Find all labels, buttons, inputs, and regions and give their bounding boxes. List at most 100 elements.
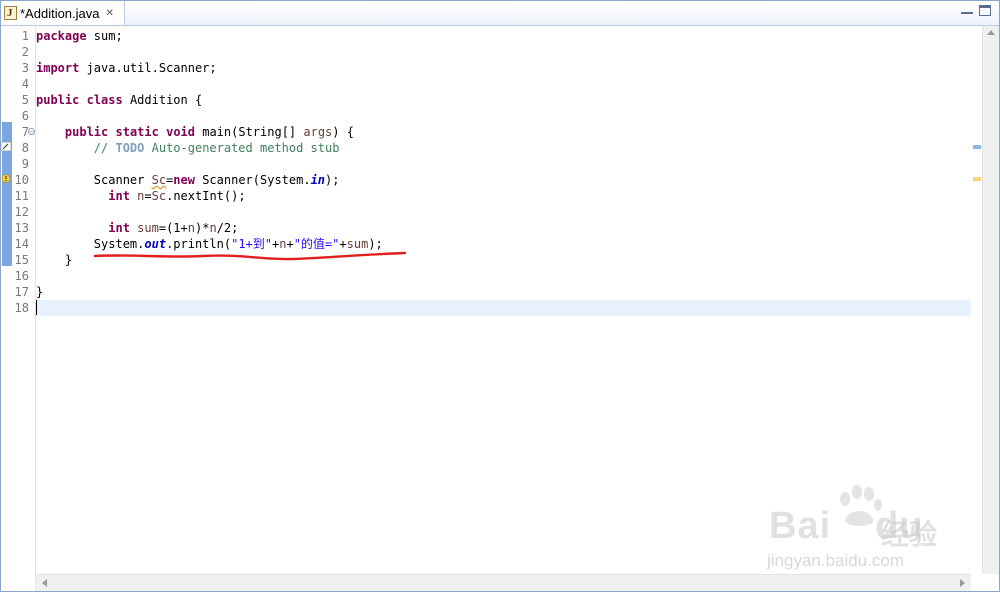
code-token: Addition { xyxy=(122,93,203,107)
code-token: new xyxy=(173,173,195,187)
code-token: Auto-generated method stub xyxy=(144,141,340,155)
line-number-gutter: 1 2 3 4 5 6 7−8 9 10 11 12 13 14 15 16 17 18 xyxy=(13,26,36,591)
code-token: public xyxy=(36,93,80,107)
warning-icon[interactable] xyxy=(1,174,11,183)
code-token: ) { xyxy=(332,125,354,139)
code-token: n xyxy=(187,221,195,235)
line-number: 10 xyxy=(14,173,29,187)
code-token: ); xyxy=(325,173,340,187)
line-number: 7 xyxy=(21,125,29,139)
code-token: int xyxy=(108,221,130,235)
code-token: .println( xyxy=(166,237,232,251)
line-number: 17 xyxy=(14,285,29,299)
code-token: package xyxy=(36,29,87,43)
code-token: = xyxy=(144,189,152,203)
code-token: main(String[] xyxy=(195,125,304,139)
code-token: )* xyxy=(195,221,210,235)
scroll-right-icon[interactable] xyxy=(960,579,965,587)
code-token: int xyxy=(108,189,130,203)
code-line[interactable] xyxy=(36,44,971,60)
line-number: 13 xyxy=(14,221,29,235)
line-number: 15 xyxy=(14,253,29,267)
code-line[interactable]: // TODO Auto-generated method stub xyxy=(36,140,971,156)
change-ruler xyxy=(1,26,13,591)
code-line[interactable]: } xyxy=(36,284,971,300)
code-token: /2; xyxy=(216,221,239,235)
line-number: 9 xyxy=(21,157,29,171)
code-token: sum; xyxy=(86,29,123,43)
code-token: sum xyxy=(137,221,159,235)
line-number: 11 xyxy=(14,189,29,203)
code-token: sum xyxy=(346,237,369,251)
line-number: 4 xyxy=(21,77,29,91)
overview-marker[interactable] xyxy=(973,145,981,149)
code-token: in xyxy=(310,173,326,187)
text-caret xyxy=(36,300,37,315)
line-number: 12 xyxy=(14,205,29,219)
code-token: System. xyxy=(36,237,145,251)
tab-title: *Addition.java xyxy=(20,5,100,21)
scroll-up-icon[interactable] xyxy=(987,30,995,35)
code-token: Scanner xyxy=(36,173,152,187)
code-token: Sc xyxy=(151,189,167,203)
red-underline-annotation xyxy=(93,251,407,261)
code-line[interactable] xyxy=(36,268,971,284)
line-number: 5 xyxy=(21,93,29,107)
code-token: Scanner(System. xyxy=(194,173,311,187)
code-token: out xyxy=(144,237,167,251)
code-token: "1+到" xyxy=(231,237,272,251)
code-line[interactable]: int sum=(1+n)*n/2; xyxy=(36,220,971,236)
code-line[interactable] xyxy=(36,76,971,92)
code-token: TODO xyxy=(115,141,145,155)
horizontal-scrollbar[interactable] xyxy=(36,574,971,591)
scroll-left-icon[interactable] xyxy=(42,579,47,587)
fold-collapse-icon[interactable]: − xyxy=(28,128,35,135)
code-line[interactable]: import java.util.Scanner; xyxy=(36,60,971,76)
code-line[interactable] xyxy=(36,108,971,124)
code-token: + xyxy=(286,237,294,251)
vertical-scrollbar[interactable] xyxy=(982,26,999,574)
code-token: .nextInt(); xyxy=(166,189,246,203)
editor-window: J *Addition.java ✕ 1 2 3 4 5 6 7−8 9 10 11 12 13 14 1… xyxy=(0,0,1000,592)
code-token: } xyxy=(36,285,44,299)
code-token: Sc xyxy=(151,173,167,187)
code-token: // xyxy=(93,141,116,155)
code-token: "的值=" xyxy=(293,237,340,251)
minimize-icon[interactable] xyxy=(961,5,973,14)
code-line[interactable]: package sum; xyxy=(36,28,971,44)
code-token: class xyxy=(86,93,123,107)
code-token: java.util.Scanner; xyxy=(79,61,217,75)
maximize-icon[interactable] xyxy=(979,5,991,16)
code-token: n xyxy=(209,221,217,235)
code-line[interactable]: public static void main(String[] args) { xyxy=(36,124,971,140)
code-line[interactable]: int n=Sc.nextInt(); xyxy=(36,188,971,204)
line-number: 14 xyxy=(14,237,29,251)
code-token: import xyxy=(36,61,80,75)
code-line[interactable] xyxy=(36,204,971,220)
code-token: =(1+ xyxy=(158,221,188,235)
overview-warning-marker[interactable] xyxy=(973,177,981,181)
quick-fix-icon[interactable] xyxy=(1,142,11,151)
line-number: 1 xyxy=(21,29,29,43)
watermark-brand-cn: 经验 xyxy=(881,518,938,551)
window-controls xyxy=(961,5,991,16)
watermark: Bai du 经验 jingyan.baidu.com xyxy=(761,485,981,575)
code-token: public xyxy=(64,125,109,139)
code-line[interactable] xyxy=(36,156,971,172)
code-token: void xyxy=(166,125,195,139)
tab-addition-java[interactable]: J *Addition.java ✕ xyxy=(1,1,125,25)
code-line[interactable] xyxy=(36,300,971,316)
close-icon[interactable]: ✕ xyxy=(106,8,114,19)
code-token: args xyxy=(303,125,333,139)
editor-tab-bar: J *Addition.java ✕ xyxy=(1,1,999,26)
code-line[interactable]: public class Addition { xyxy=(36,92,971,108)
code-line[interactable]: Scanner Sc=new Scanner(System.in); xyxy=(36,172,971,188)
line-number: 2 xyxy=(21,45,29,59)
